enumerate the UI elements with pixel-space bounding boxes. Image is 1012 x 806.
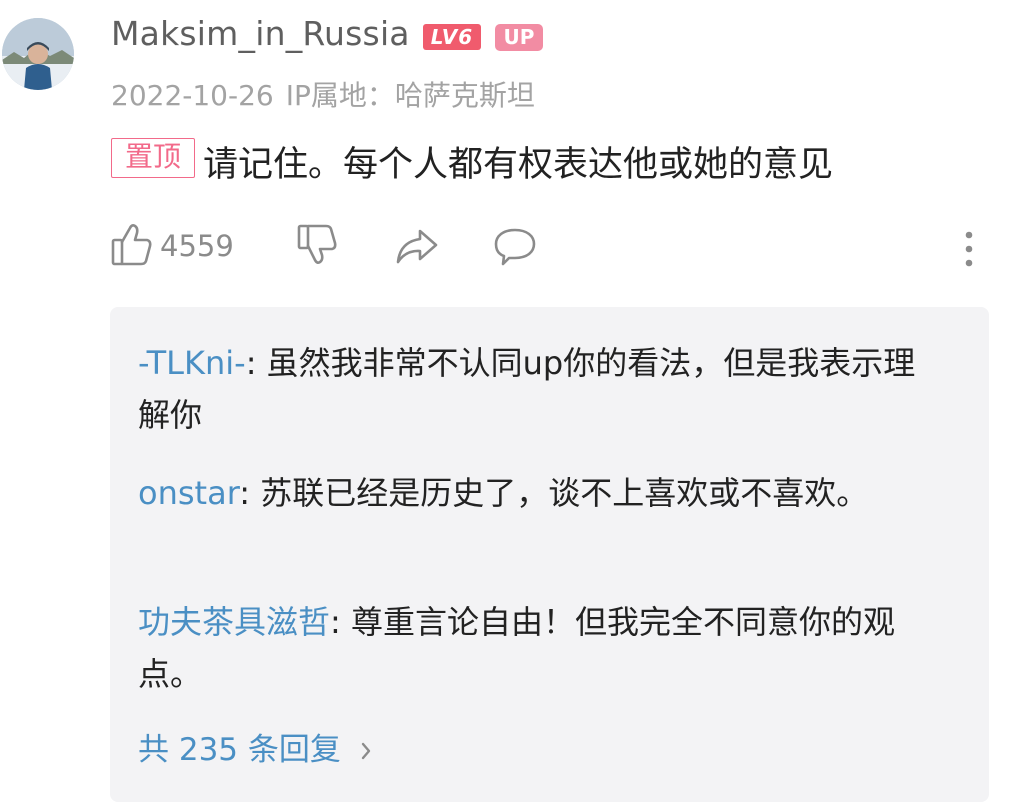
reply-text: : 虽然我非常不认同up你的看法，但是我表示理解你 <box>138 344 916 434</box>
chevron-right-icon <box>359 734 373 770</box>
view-all-replies-link[interactable]: 共 235 条回复 <box>138 724 373 770</box>
username[interactable]: Maksim_in_Russia <box>111 14 410 53</box>
reply-preview-box[interactable]: -TLKni-: 虽然我非常不认同up你的看法，但是我表示理解你 onstar:… <box>110 307 989 802</box>
user-avatar[interactable] <box>2 18 74 90</box>
reply-item[interactable]: onstar: 苏联已经是历史了，谈不上喜欢或不喜欢。 <box>138 467 918 519</box>
ip-location: IP属地：哈萨克斯坦 <box>285 79 535 112</box>
thumbs-down-icon[interactable] <box>296 222 340 272</box>
up-badge: UP <box>495 24 543 51</box>
comment-text: 请记住。每个人都有权表达他或她的意见 <box>203 145 834 185</box>
pinned-tag: 置顶 <box>111 138 195 178</box>
comment-icon[interactable] <box>492 226 538 272</box>
reply-author[interactable]: onstar <box>138 474 239 512</box>
thumbs-up-icon[interactable] <box>110 222 154 272</box>
reply-item[interactable]: 功夫茶具滋哲: 尊重言论自由！但我完全不同意你的观点。 <box>138 596 928 700</box>
level-badge: LV6 <box>423 24 481 50</box>
comment-date: 2022-10-26 <box>111 79 274 112</box>
share-icon[interactable] <box>394 226 440 270</box>
like-count: 4559 <box>160 229 234 263</box>
more-icon[interactable] <box>962 230 976 272</box>
comment-meta: 2022-10-26 IP属地：哈萨克斯坦 <box>111 74 535 114</box>
reply-item[interactable]: -TLKni-: 虽然我非常不认同up你的看法，但是我表示理解你 <box>138 337 938 441</box>
reply-text: : 苏联已经是历史了，谈不上喜欢或不喜欢。 <box>239 474 869 512</box>
reply-count-label: 共 235 条回复 <box>138 732 341 768</box>
reply-author[interactable]: -TLKni- <box>138 344 246 382</box>
reply-author[interactable]: 功夫茶具滋哲 <box>138 603 330 641</box>
